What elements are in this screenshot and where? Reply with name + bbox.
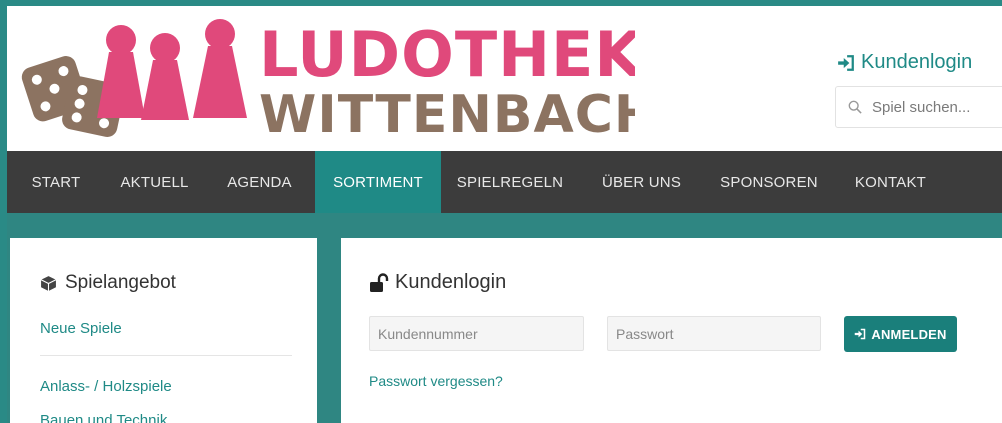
logo-line1: LUDOTHEK — [259, 18, 635, 91]
search-icon — [848, 100, 862, 114]
sign-in-icon — [855, 328, 866, 340]
nav-item-aktuell[interactable]: AKTUELL — [105, 151, 204, 213]
kundenlogin-link[interactable]: Kundenlogin — [837, 51, 972, 74]
pawn-icon — [97, 19, 247, 120]
nav-item-spielregeln[interactable]: SPIELREGELN — [441, 151, 579, 213]
cube-icon — [40, 275, 57, 291]
login-title-label: Kundenlogin — [395, 271, 507, 293]
unlock-icon — [370, 272, 389, 292]
main-navigation: START AKTUELL AGENDA SORTIMENT SPIELREGE… — [7, 151, 1002, 213]
login-title: Kundenlogin — [369, 271, 506, 294]
sidebar-divider — [40, 355, 292, 356]
sidebar-item-neue-spiele[interactable]: Neue Spiele — [40, 320, 122, 337]
nav-item-sortiment[interactable]: SORTIMENT — [315, 151, 441, 213]
kundenlogin-link-label: Kundenlogin — [861, 51, 973, 73]
nav-item-start[interactable]: START — [7, 151, 105, 213]
page-frame: LUDOTHEK WITTENBACH Kundenlogin START AK… — [0, 0, 1002, 423]
site-header: LUDOTHEK WITTENBACH Kundenlogin — [7, 6, 1002, 151]
sidebar-spielangebot: Spielangebot Neue Spiele Anlass- / Holzs… — [10, 238, 317, 423]
sidebar-title-label: Spielangebot — [65, 272, 176, 293]
sidebar-title: Spielangebot — [40, 272, 176, 294]
nav-item-ueber-uns[interactable]: ÜBER UNS — [579, 151, 704, 213]
login-panel: Kundenlogin ANMELDEN Passwort vergessen? — [341, 238, 1002, 423]
sign-in-icon — [838, 54, 854, 71]
forgot-password-link[interactable]: Passwort vergessen? — [369, 373, 503, 389]
search-box — [835, 86, 1002, 128]
anmelden-button-label: ANMELDEN — [871, 326, 947, 342]
nav-item-sponsoren[interactable]: SPONSOREN — [704, 151, 834, 213]
sidebar-item-anlass-holzspiele[interactable]: Anlass- / Holzspiele — [40, 378, 172, 395]
search-input[interactable] — [872, 98, 1002, 116]
customer-number-field[interactable] — [369, 316, 584, 351]
nav-item-agenda[interactable]: AGENDA — [204, 151, 315, 213]
sidebar-item-bauen-und-technik[interactable]: Bauen und Technik — [40, 412, 167, 423]
nav-item-kontakt[interactable]: KONTAKT — [834, 151, 947, 213]
logo-line2: WITTENBACH — [259, 85, 635, 140]
ludothek-logo[interactable]: LUDOTHEK WITTENBACH — [15, 14, 635, 140]
anmelden-button[interactable]: ANMELDEN — [844, 316, 957, 352]
password-field[interactable] — [607, 316, 821, 351]
